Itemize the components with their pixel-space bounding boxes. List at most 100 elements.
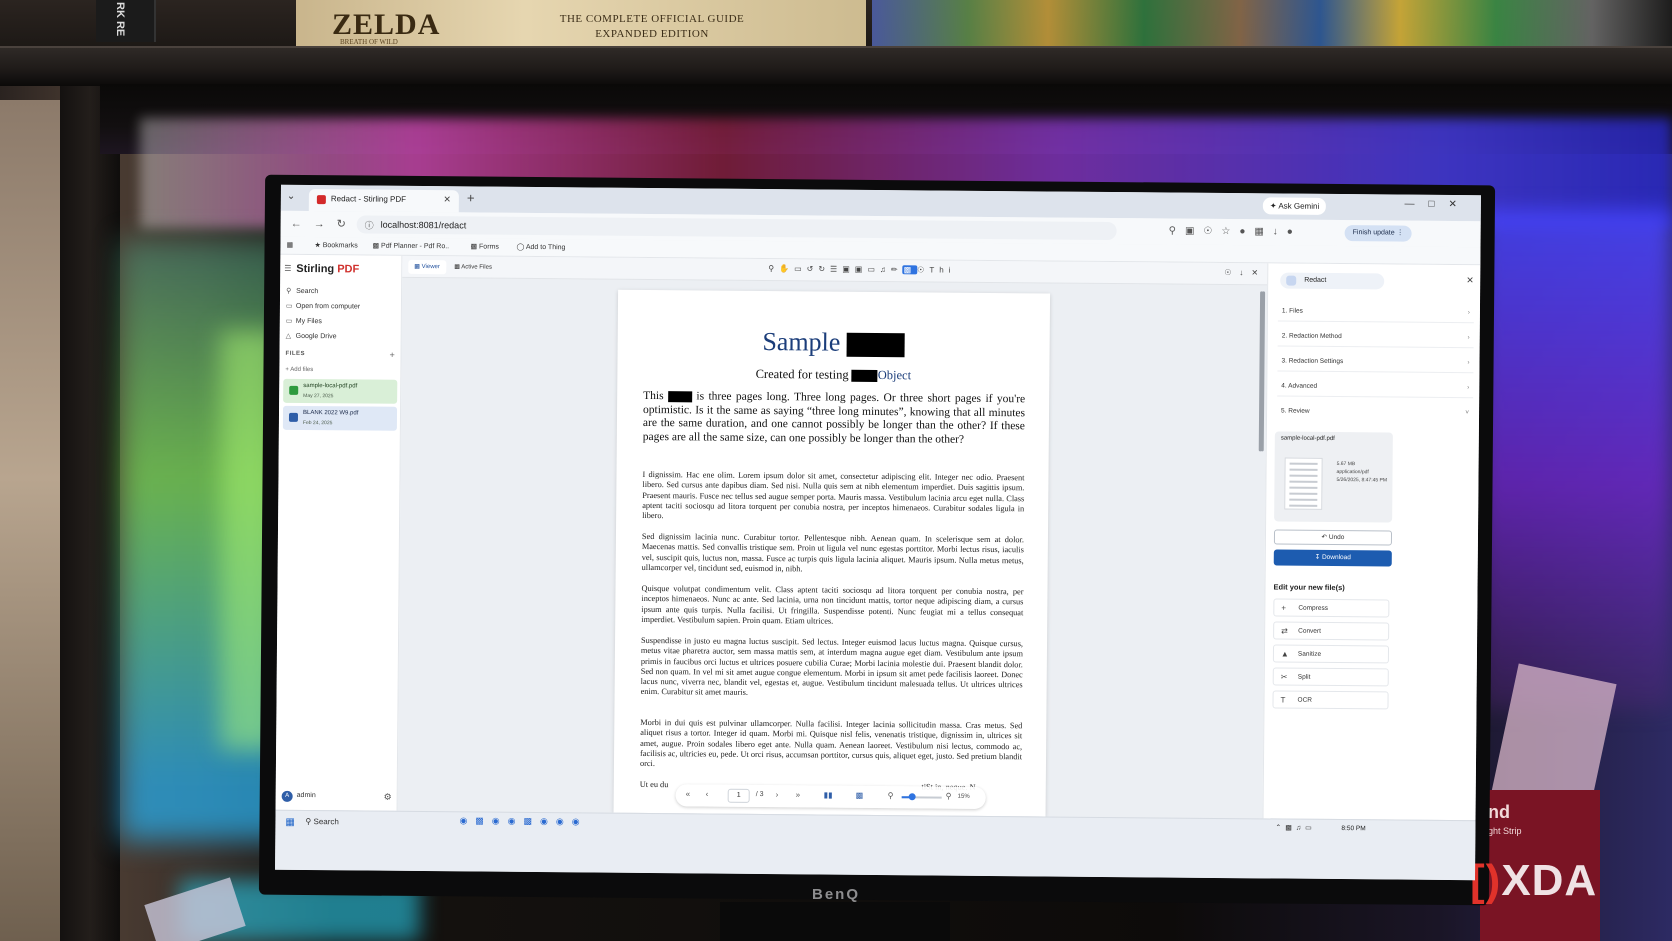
site-info-icon[interactable]: ⓘ: [365, 219, 374, 232]
gear-icon[interactable]: ⚙: [384, 792, 392, 803]
tab-search-icon[interactable]: ⌄: [287, 191, 295, 202]
viewer-tool-icons[interactable]: ⚲✋▭↺↻☰▣▣▭♫✏▩☉Thi: [768, 264, 955, 275]
selected-tool[interactable]: Redact: [1280, 272, 1385, 290]
windows-start-icon[interactable]: ▦: [285, 817, 295, 828]
page-number-input[interactable]: 1: [727, 788, 750, 803]
apps-grid-icon[interactable]: ▦: [286, 241, 293, 249]
bookmark-pdf-planner[interactable]: ▩ Pdf Planner - Pdf Ro..: [372, 242, 449, 251]
file-card-selected[interactable]: sample-local-pdf.pdf May 27, 2025: [283, 378, 398, 404]
thumbnails-icon[interactable]: ▩: [856, 791, 864, 800]
pdf-viewer: ▩ Viewer ▩ Active Files ⚲✋▭↺↻☰▣▣▭♫✏▩☉Thi…: [397, 255, 1268, 819]
taskbar-search[interactable]: ⚲ Search: [305, 814, 435, 830]
last-page-icon[interactable]: »: [796, 790, 801, 799]
document-intro-post: is three pages long. Three long pages. O…: [642, 390, 1026, 446]
download-button[interactable]: ↧ Download: [1273, 549, 1392, 567]
xda-watermark: [)XDA: [1470, 856, 1597, 906]
toolbar-extension-icons[interactable]: ⚲▣☉☆●▦↓●: [1169, 226, 1302, 238]
app-logo-name: Stirling: [296, 262, 335, 276]
guide-title-line2: EXPANDED EDITION: [595, 28, 709, 40]
step-redaction-method[interactable]: 2. Redaction Method ›: [1277, 326, 1474, 349]
monitor-screen: ⌄ Redact - Stirling PDF ✕ + ✦ Ask Gemini…: [275, 184, 1481, 881]
redaction-box: [846, 332, 905, 358]
bookmark-forms[interactable]: ▩ Forms: [470, 242, 498, 250]
nav-buttons[interactable]: ←→↻: [291, 217, 358, 231]
sidebar-item-label: Search: [296, 287, 319, 296]
menu-icon[interactable]: ☰: [284, 264, 291, 273]
tool-overflow-label: Thi: [929, 265, 956, 275]
redact-icon: [1286, 275, 1297, 286]
close-tab-icon[interactable]: ✕: [443, 194, 451, 205]
undo-button[interactable]: ↶ Undo: [1273, 529, 1393, 546]
zoom-in-icon[interactable]: ⚲: [946, 792, 952, 801]
tool-panel: Redact ✕ 1. Files › 2. Redaction Method › …: [1258, 263, 1481, 821]
chevron-right-icon: ›: [1467, 384, 1470, 392]
left-wall: [0, 100, 66, 941]
first-page-icon[interactable]: «: [686, 789, 691, 798]
bookmark-add-to-thing-label: Add to Thing: [525, 243, 566, 252]
document-intro: This is three pages long. Three long pag…: [643, 390, 1025, 447]
sidebar-item-open-from-computer[interactable]: ▭ Open from computer: [286, 302, 360, 311]
zoom-out-icon[interactable]: ⚲: [888, 791, 894, 800]
review-file-name: sample-local-pdf.pdf: [1280, 435, 1335, 442]
viewer-right-icons[interactable]: ☉↓✕: [1224, 268, 1266, 277]
step-review[interactable]: 5. Review ˅: [1277, 401, 1473, 423]
add-file-plus-icon[interactable]: +: [389, 350, 394, 360]
sanitize-button[interactable]: ▲ Sanitize: [1272, 644, 1390, 664]
download-label: Download: [1321, 553, 1351, 562]
file-name: sample-local-pdf.pdf: [303, 382, 358, 390]
step-files[interactable]: 1. Files ›: [1277, 301, 1475, 324]
close-icon[interactable]: ✕: [1466, 275, 1474, 286]
guide-title-line1: THE COMPLETE OFFICIAL GUIDE: [559, 13, 745, 25]
windows-taskbar: ▦ ⚲ Search ◉▩◉◉▩◉◉◉ ⌃▩♫▭ 8:50 PM: [275, 809, 1476, 881]
taskbar-app-icons[interactable]: ◉▩◉◉▩◉◉◉: [459, 815, 587, 827]
next-page-icon[interactable]: ›: [776, 790, 779, 799]
redact-tool-icon[interactable]: ▩: [902, 265, 918, 275]
monitor-stand: [720, 902, 950, 941]
system-tray-icons[interactable]: ⌃▩♫▭: [1275, 823, 1315, 831]
taskbar-clock: 8:50 PM: [1341, 825, 1366, 833]
split-button[interactable]: ✂ Split: [1272, 667, 1389, 687]
pdf-file-icon: [288, 412, 299, 422]
page-navigation-bar: « ‹ 1 / 3 › » ▮▮ ▩ ⚲ ⚲ 15%: [675, 784, 986, 809]
add-files-button[interactable]: + Add files: [285, 367, 313, 373]
finish-update-button[interactable]: Finish update ⋮: [1344, 225, 1412, 242]
convert-button[interactable]: ⇄ Convert: [1273, 621, 1390, 641]
prev-page-icon[interactable]: ‹: [706, 790, 709, 799]
ocr-button[interactable]: T OCR: [1272, 690, 1389, 710]
step-label: 2. Redaction Method: [1281, 332, 1342, 341]
address-bar[interactable]: ⓘ localhost:8081/redact: [356, 215, 1117, 241]
step-redaction-settings[interactable]: 3. Redaction Settings ›: [1277, 351, 1474, 374]
ask-gemini-button[interactable]: ✦ Ask Gemini: [1262, 197, 1327, 215]
browser-tab[interactable]: Redact - Stirling PDF ✕: [308, 189, 459, 213]
tab-viewer[interactable]: ▩ Viewer: [408, 259, 446, 275]
guide-title: THE COMPLETE OFFICIAL GUIDE EXPANDED EDI…: [522, 12, 782, 42]
small-box-label: RK RE: [114, 2, 126, 37]
step-advanced[interactable]: 4. Advanced ›: [1277, 376, 1474, 399]
window-controls[interactable]: —□✕: [1404, 199, 1471, 211]
zelda-guide-box: ZELDA BREATH OF WILD THE COMPLETE OFFICI…: [296, 0, 866, 50]
zoom-slider-knob[interactable]: [908, 793, 916, 801]
add-files-label: Add files: [290, 366, 314, 374]
sidebar-item-google-drive[interactable]: △ Google Drive: [286, 332, 337, 340]
sanitize-icon: ▲: [1280, 649, 1289, 659]
sidebar-item-search[interactable]: ⚲ Search: [286, 287, 318, 295]
user-menu[interactable]: Aadmin: [281, 790, 316, 802]
redaction-box: [667, 391, 693, 403]
bookmark-bookmarks[interactable]: ★ Bookmarks: [314, 241, 357, 249]
right-rgb-glow: [1480, 210, 1672, 710]
compress-button[interactable]: + Compress: [1273, 598, 1390, 618]
tab-active-files[interactable]: ▩ Active Files: [448, 260, 498, 274]
sidebar-item-my-files[interactable]: ▭ My Files: [286, 317, 322, 325]
url-text: localhost:8081/redact: [380, 219, 467, 231]
convert-icon: ⇄: [1281, 626, 1288, 636]
undo-label: Undo: [1328, 533, 1345, 542]
drive-icon: △: [285, 332, 292, 340]
file-card[interactable]: BLANK 2022 W9.pdf Feb 24, 2025: [282, 405, 398, 431]
dual-page-icon[interactable]: ▮▮: [824, 791, 833, 800]
bookmark-add-to-thing[interactable]: ◯ Add to Thing: [516, 243, 565, 251]
checkbox-checked-icon[interactable]: [289, 385, 299, 395]
zoom-slider[interactable]: [901, 793, 942, 801]
op-label: Sanitize: [1297, 650, 1322, 658]
new-tab-icon[interactable]: +: [467, 190, 475, 205]
file-metadata: 5.67 MB application/pdf 5/26/2025, 8:47:…: [1336, 460, 1387, 484]
